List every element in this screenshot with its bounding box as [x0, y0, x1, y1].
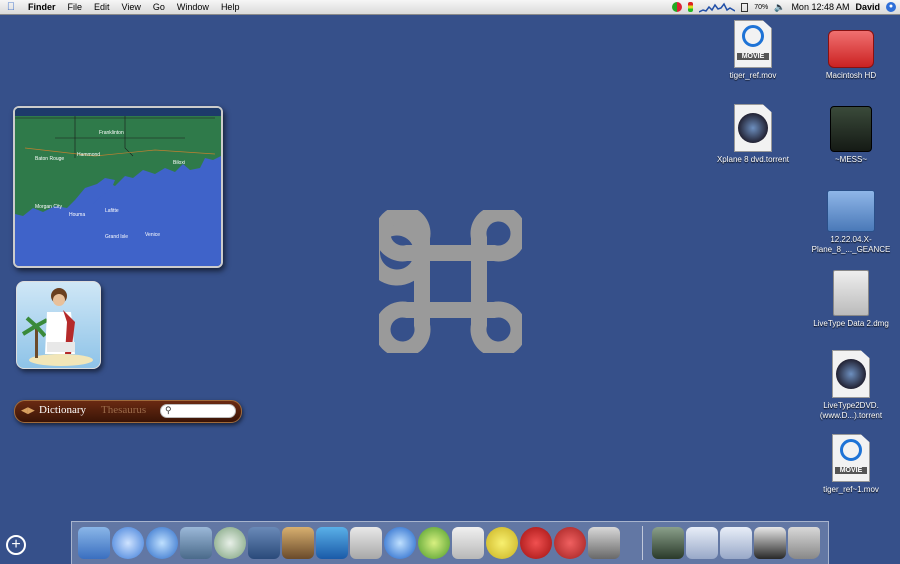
- menu-edit[interactable]: Edit: [88, 0, 116, 14]
- menu-bar:  Finder File Edit View Go Window Help 7…: [0, 0, 900, 15]
- folder-icon: [827, 190, 875, 232]
- desktop-icon-label: tiger_ref~1.mov: [823, 485, 879, 494]
- cpu-graph-icon[interactable]: [699, 2, 736, 13]
- traffic-light-icon[interactable]: [688, 2, 694, 12]
- desktop-icon-xplane-folder[interactable]: 12.22.04.X-Plane_8_..._GEANCE: [806, 184, 896, 255]
- menu-app-name[interactable]: Finder: [22, 0, 62, 14]
- hard-drive-icon: [828, 30, 874, 68]
- safari-icon[interactable]: [112, 527, 144, 559]
- weather-map: Franklinton Baton Rouge Hammond Biloxi M…: [15, 108, 221, 266]
- itunes-icon[interactable]: [214, 527, 246, 559]
- map-label-venice: Venice: [145, 232, 160, 238]
- map-label-lafitte: Lafitte: [105, 208, 119, 214]
- thesaurus-tab[interactable]: Thesaurus: [101, 404, 146, 416]
- menu-view[interactable]: View: [116, 0, 147, 14]
- desktop-icon-tiger-ref[interactable]: MOVIE tiger_ref.mov: [708, 20, 798, 81]
- menu-user[interactable]: David: [855, 2, 880, 12]
- dictionary-tab[interactable]: Dictionary: [39, 404, 86, 416]
- finder-icon[interactable]: [78, 527, 110, 559]
- spotlight-icon[interactable]: ●: [886, 2, 896, 12]
- iphoto-icon[interactable]: [282, 527, 314, 559]
- weather-map-widget[interactable]: Franklinton Baton Rouge Hammond Biloxi M…: [13, 106, 223, 268]
- desktop-icon-livetype-torrent[interactable]: LiveType2DVD.(www.D...).torrent: [806, 350, 896, 421]
- disk-image-icon: [833, 270, 869, 316]
- dictionary-nav-arrows-icon[interactable]: ◀▶: [21, 405, 35, 416]
- map-label-biloxi: Biloxi: [173, 160, 185, 166]
- search-icon: ⚲: [165, 405, 172, 415]
- monitor-icon[interactable]: [686, 527, 718, 559]
- battery-percent: 70%: [754, 3, 769, 11]
- camera-icon[interactable]: [588, 527, 620, 559]
- desktop-icon-label: 12.22.04.X-Plane_8_..._GEANCE: [811, 235, 891, 254]
- map-label-franklinton: Franklinton: [99, 130, 124, 136]
- desktop-icon-label: ~MESS~: [834, 155, 867, 164]
- lemon-icon[interactable]: [486, 527, 518, 559]
- desktop-icon-mess[interactable]: ~MESS~: [806, 104, 896, 165]
- ichat-icon[interactable]: [146, 527, 178, 559]
- dictionary-search-input[interactable]: ⚲: [160, 404, 236, 418]
- keynote-icon[interactable]: [248, 527, 280, 559]
- map-label-baton-rouge: Baton Rouge: [35, 156, 64, 162]
- ical-icon[interactable]: [452, 527, 484, 559]
- desktop-icon-livetype-dmg[interactable]: LiveType Data 2.dmg: [806, 268, 896, 329]
- screen-icon[interactable]: [720, 527, 752, 559]
- command-key-symbol: [379, 210, 522, 353]
- menu-extras: 70% 🔈 Mon 12:48 AM David ●: [672, 0, 896, 14]
- apple-icon[interactable]: [520, 527, 552, 559]
- movie-file-icon: MOVIE: [832, 434, 870, 482]
- battery-icon[interactable]: [741, 2, 749, 12]
- dreamweaver-icon[interactable]: [316, 527, 348, 559]
- desktop-icon-xplane-torrent[interactable]: Xplane 8 dvd.torrent: [708, 104, 798, 165]
- quicktime-icon[interactable]: [384, 527, 416, 559]
- desktop-icon-label: tiger_ref.mov: [729, 71, 777, 80]
- preview-icon[interactable]: [180, 527, 212, 559]
- desktop-icon-label: Macintosh HD: [825, 71, 877, 80]
- volume-icon[interactable]: 🔈: [774, 2, 785, 13]
- dock-separator: [642, 526, 643, 560]
- map-label-grand-isle: Grand Isle: [105, 234, 128, 240]
- jesus-figure-widget[interactable]: [16, 281, 101, 369]
- map-label-houma: Houma: [69, 212, 85, 218]
- apple-menu-icon[interactable]: : [0, 1, 22, 13]
- menu-go[interactable]: Go: [147, 0, 171, 14]
- desktop-icon-macintosh-hd[interactable]: Macintosh HD: [806, 24, 896, 81]
- map-label-hammond: Hammond: [77, 152, 100, 158]
- disk-icon: [830, 106, 872, 152]
- desktop-icon-label: LiveType2DVD.(www.D...).torrent: [819, 401, 883, 420]
- movie-file-icon: MOVIE: [734, 20, 772, 68]
- desktop-icon-tiger-ref-1[interactable]: MOVIE tiger_ref~1.mov: [806, 434, 896, 495]
- lime-icon[interactable]: [418, 527, 450, 559]
- dock: [71, 521, 829, 564]
- torrent-file-icon: [832, 350, 870, 398]
- menu-window[interactable]: Window: [171, 0, 215, 14]
- desktop-icon-label: Xplane 8 dvd.torrent: [716, 155, 790, 164]
- photo-icon[interactable]: [754, 527, 786, 559]
- add-widget-button[interactable]: +: [6, 535, 26, 555]
- menu-clock[interactable]: Mon 12:48 AM: [791, 2, 849, 12]
- tomato-icon[interactable]: [554, 527, 586, 559]
- pen-icon[interactable]: [350, 527, 382, 559]
- torrent-file-icon: [734, 104, 772, 152]
- desktop-icon-label: LiveType Data 2.dmg: [813, 319, 889, 328]
- map-label-morgan-city: Morgan City: [35, 204, 62, 210]
- trash-icon[interactable]: [788, 527, 820, 559]
- activity-pie-icon[interactable]: [672, 2, 683, 12]
- jesus-figure-image: [21, 288, 93, 366]
- menu-file[interactable]: File: [62, 0, 89, 14]
- terminal-icon[interactable]: [652, 527, 684, 559]
- menu-help[interactable]: Help: [215, 0, 246, 14]
- dictionary-widget: ◀▶ Dictionary Thesaurus ⚲: [14, 400, 242, 423]
